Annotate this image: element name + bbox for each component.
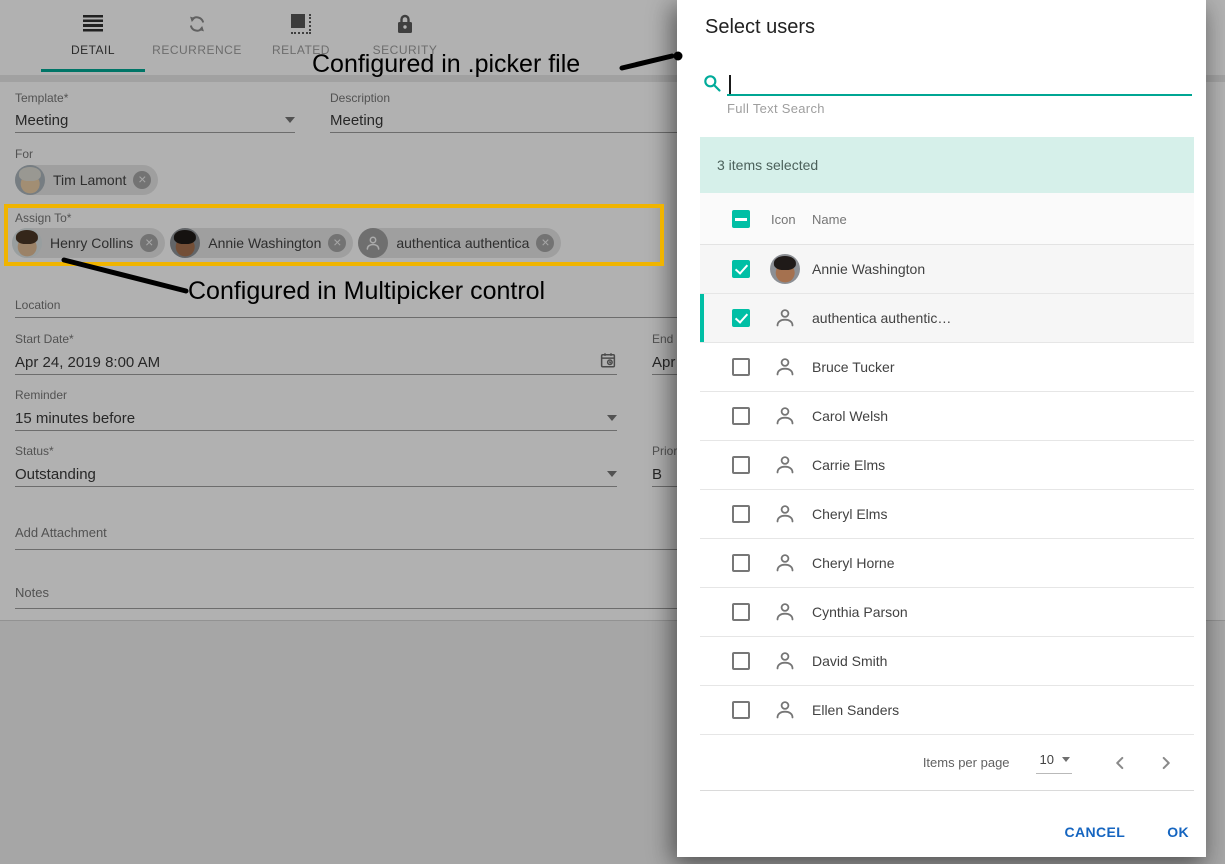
user-name: Cheryl Elms bbox=[812, 490, 887, 539]
user-name: Carol Welsh bbox=[812, 392, 888, 441]
person-placeholder-icon bbox=[773, 502, 797, 526]
search-input[interactable] bbox=[727, 72, 1192, 96]
user-avatar-cell bbox=[770, 499, 800, 529]
dropdown-caret-icon bbox=[1062, 757, 1070, 762]
items-per-page-label: Items per page bbox=[923, 755, 1010, 770]
cancel-button[interactable]: CANCEL bbox=[1064, 824, 1125, 840]
user-name: Carrie Elms bbox=[812, 441, 885, 490]
paginator: Items per page 10 bbox=[700, 735, 1194, 791]
previous-page-button[interactable] bbox=[1106, 749, 1134, 777]
person-placeholder-icon bbox=[773, 355, 797, 379]
person-placeholder-icon bbox=[773, 404, 797, 428]
person-placeholder-icon bbox=[773, 551, 797, 575]
user-avatar-cell bbox=[770, 254, 800, 284]
select-users-dialog: Select users Full Text Search 3 items se… bbox=[677, 0, 1206, 857]
user-name: Cheryl Horne bbox=[812, 539, 894, 588]
row-checkbox[interactable] bbox=[732, 260, 750, 278]
user-row[interactable]: Carol Welsh bbox=[700, 392, 1194, 441]
table-body: Annie Washington authentica authentic… B… bbox=[700, 245, 1194, 735]
user-name: Annie Washington bbox=[812, 245, 925, 294]
dialog-actions: CANCEL OK bbox=[1064, 824, 1189, 840]
user-avatar-cell bbox=[770, 450, 800, 480]
row-checkbox[interactable] bbox=[732, 603, 750, 621]
user-avatar-cell bbox=[770, 548, 800, 578]
person-placeholder-icon bbox=[773, 453, 797, 477]
row-checkbox[interactable] bbox=[732, 554, 750, 572]
user-name: David Smith bbox=[812, 637, 887, 686]
user-avatar-cell bbox=[770, 646, 800, 676]
table-header: Icon Name bbox=[700, 193, 1194, 245]
user-row[interactable]: Annie Washington bbox=[700, 245, 1194, 294]
app-viewport: DETAIL RECURRENCE RELATED SECURITY bbox=[0, 0, 1225, 864]
person-placeholder-icon bbox=[773, 306, 797, 330]
next-page-button[interactable] bbox=[1152, 749, 1180, 777]
row-checkbox[interactable] bbox=[732, 456, 750, 474]
row-checkbox[interactable] bbox=[732, 309, 750, 327]
users-table: 3 items selected Icon Name Annie Washing… bbox=[700, 137, 1194, 791]
ok-button[interactable]: OK bbox=[1167, 824, 1189, 840]
dialog-title: Select users bbox=[705, 16, 815, 39]
user-name: authentica authentic… bbox=[812, 294, 951, 343]
user-avatar-cell bbox=[770, 401, 800, 431]
user-row[interactable]: David Smith bbox=[700, 637, 1194, 686]
row-checkbox[interactable] bbox=[732, 358, 750, 376]
row-checkbox[interactable] bbox=[732, 701, 750, 719]
user-row[interactable]: Ellen Sanders bbox=[700, 686, 1194, 735]
person-placeholder-icon bbox=[773, 698, 797, 722]
person-placeholder-icon bbox=[773, 600, 797, 624]
search-field-label: Full Text Search bbox=[727, 101, 825, 116]
user-row[interactable]: Cheryl Elms bbox=[700, 490, 1194, 539]
column-header-name: Name bbox=[812, 212, 847, 227]
person-placeholder-icon bbox=[773, 649, 797, 673]
user-row[interactable]: Bruce Tucker bbox=[700, 343, 1194, 392]
user-photo-avatar bbox=[770, 254, 800, 284]
user-row[interactable]: authentica authentic… bbox=[700, 294, 1194, 343]
user-row[interactable]: Cheryl Horne bbox=[700, 539, 1194, 588]
user-avatar-cell bbox=[770, 352, 800, 382]
text-cursor bbox=[729, 75, 731, 94]
user-avatar-cell bbox=[770, 303, 800, 333]
page-size-select[interactable]: 10 bbox=[1036, 752, 1072, 774]
user-row[interactable]: Carrie Elms bbox=[700, 441, 1194, 490]
row-checkbox[interactable] bbox=[732, 407, 750, 425]
user-row[interactable]: Cynthia Parson bbox=[700, 588, 1194, 637]
select-all-checkbox[interactable] bbox=[732, 210, 750, 228]
row-checkbox[interactable] bbox=[732, 652, 750, 670]
user-name: Ellen Sanders bbox=[812, 686, 899, 735]
user-name: Cynthia Parson bbox=[812, 588, 908, 637]
search-icon bbox=[702, 73, 722, 98]
row-checkbox[interactable] bbox=[732, 505, 750, 523]
selection-banner: 3 items selected bbox=[700, 137, 1194, 193]
user-avatar-cell bbox=[770, 695, 800, 725]
selection-count: 3 items selected bbox=[717, 157, 818, 173]
user-avatar-cell bbox=[770, 597, 800, 627]
user-name: Bruce Tucker bbox=[812, 343, 894, 392]
column-header-icon: Icon bbox=[771, 212, 796, 227]
page-size-value: 10 bbox=[1040, 752, 1054, 767]
